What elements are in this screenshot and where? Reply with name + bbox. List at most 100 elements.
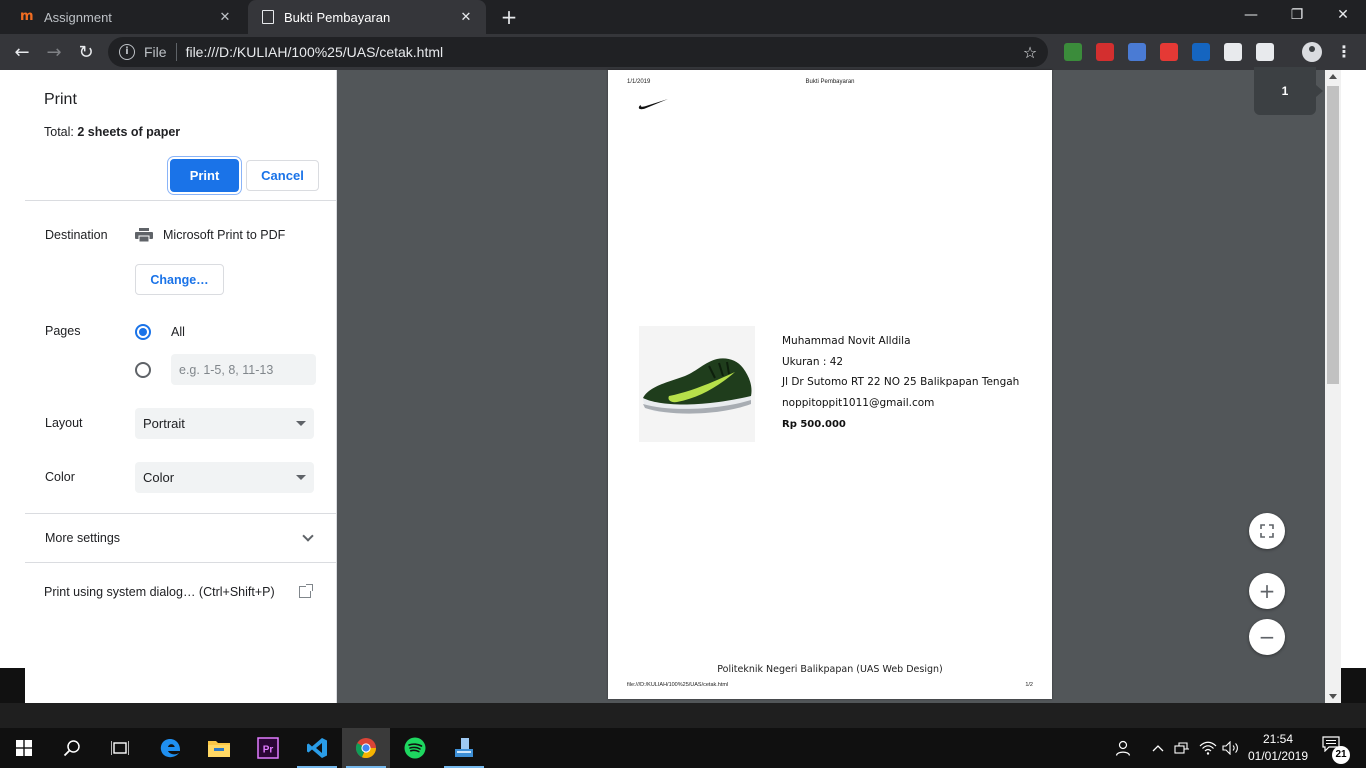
chrome-icon bbox=[355, 738, 377, 759]
color-select[interactable]: Color bbox=[135, 462, 314, 493]
nike-logo-icon bbox=[638, 99, 668, 110]
chrome-taskbar-button[interactable] bbox=[342, 728, 390, 768]
color-picker-extension-icon[interactable] bbox=[1160, 43, 1178, 61]
destination-value: Microsoft Print to PDF bbox=[163, 228, 286, 242]
wifi-icon[interactable] bbox=[1197, 728, 1219, 768]
clock-time: 21:54 bbox=[1262, 732, 1294, 746]
open-external-icon bbox=[299, 584, 313, 598]
extension-6-icon[interactable] bbox=[1224, 43, 1242, 61]
fit-to-page-button[interactable] bbox=[1249, 513, 1285, 549]
search-button[interactable] bbox=[48, 728, 96, 768]
tab-title: Assignment bbox=[44, 9, 112, 25]
page-scroll-strip bbox=[1341, 70, 1366, 668]
tab-bukti-pembayaran[interactable]: Bukti Pembayaran ✕ bbox=[248, 0, 486, 34]
page-indicator: 1 bbox=[1254, 67, 1323, 115]
address-bar[interactable]: i File file:///D:/KULIAH/100%25/UAS/ceta… bbox=[108, 37, 1048, 67]
tab-assignment[interactable]: m Assignment ✕ bbox=[8, 0, 245, 34]
dropdown-caret-icon bbox=[296, 475, 306, 480]
pages-custom-input[interactable] bbox=[171, 354, 316, 385]
task-view-button[interactable] bbox=[96, 728, 144, 768]
site-info-icon[interactable]: i bbox=[119, 44, 135, 60]
pages-custom-radio[interactable] bbox=[135, 362, 151, 378]
layout-select[interactable]: Portrait bbox=[135, 408, 314, 439]
sheet-total: Total: 2 sheets of paper bbox=[44, 125, 180, 139]
color-select-value: Color bbox=[143, 470, 175, 485]
back-button[interactable]: ← bbox=[8, 38, 36, 66]
divider bbox=[25, 562, 336, 563]
page-footer-url: file:///D:/KULIAH/100%25/UAS/cetak.html bbox=[627, 682, 729, 688]
minimize-button[interactable]: — bbox=[1228, 0, 1274, 30]
more-settings-toggle[interactable]: More settings bbox=[25, 514, 336, 562]
zoom-in-button[interactable]: + bbox=[1249, 573, 1285, 609]
premiere-taskbar-button[interactable]: Pr bbox=[244, 728, 292, 768]
print-settings-panel: Print Total: 2 sheets of paper Print Can… bbox=[25, 70, 337, 703]
forward-button[interactable]: → bbox=[40, 38, 68, 66]
scroll-up-arrow-icon[interactable] bbox=[1329, 74, 1337, 79]
app-taskbar-button[interactable] bbox=[440, 728, 488, 768]
file-explorer-taskbar-button[interactable] bbox=[195, 728, 243, 768]
file-explorer-icon bbox=[208, 741, 230, 757]
preview-scrollbar[interactable] bbox=[1325, 70, 1341, 703]
extension-2-icon[interactable] bbox=[1096, 43, 1114, 61]
system-clock[interactable]: 21:54 01/01/2019 bbox=[1240, 731, 1316, 765]
scroll-down-arrow-icon[interactable] bbox=[1329, 694, 1337, 699]
edge-icon bbox=[160, 739, 181, 758]
customer-info: Muhammad Novit Alldila Ukuran : 42 Jl Dr… bbox=[782, 331, 1019, 436]
address-separator bbox=[175, 43, 177, 61]
url-text[interactable]: file:///D:/KULIAH/100%25/UAS/cetak.html bbox=[186, 44, 1018, 60]
pages-all-radio[interactable] bbox=[135, 324, 151, 340]
zoom-out-button[interactable]: − bbox=[1249, 619, 1285, 655]
app-icon bbox=[455, 738, 473, 757]
tab-close-icon[interactable]: ✕ bbox=[217, 9, 233, 25]
search-icon bbox=[63, 740, 80, 757]
layout-select-value: Portrait bbox=[143, 416, 185, 431]
action-center-button[interactable]: 21 bbox=[1322, 736, 1350, 764]
show-hidden-icons-chevron-icon[interactable] bbox=[1148, 728, 1168, 768]
svg-text:Pr: Pr bbox=[263, 745, 274, 756]
customer-name: Muhammad Novit Alldila bbox=[782, 335, 911, 347]
price: Rp 500.000 bbox=[782, 418, 846, 430]
reload-button[interactable]: ↻ bbox=[72, 38, 100, 66]
windows-logo-icon bbox=[16, 740, 32, 756]
shoe-size: Ukuran : 42 bbox=[782, 355, 844, 368]
people-icon[interactable] bbox=[1111, 728, 1135, 768]
page-header-title: Bukti Pembayaran bbox=[805, 79, 855, 85]
ethernet-icon bbox=[1174, 742, 1189, 754]
system-dialog-link[interactable]: Print using system dialog… (Ctrl+Shift+P… bbox=[25, 575, 336, 609]
browser-toolbar: ← → ↻ i File file:///D:/KULIAH/100%25/UA… bbox=[0, 34, 1366, 70]
scrollbar-thumb[interactable] bbox=[1327, 86, 1339, 384]
start-button[interactable] bbox=[0, 728, 48, 768]
spotify-taskbar-button[interactable] bbox=[391, 728, 439, 768]
sheet-total-prefix: Total: bbox=[44, 125, 78, 139]
network-icon[interactable] bbox=[1172, 728, 1192, 768]
edge-taskbar-button[interactable] bbox=[146, 728, 194, 768]
bookmark-star-icon[interactable]: ☆ bbox=[1018, 43, 1042, 62]
new-tab-button[interactable]: + bbox=[498, 6, 520, 28]
vscode-taskbar-button[interactable] bbox=[293, 728, 341, 768]
notification-count-badge: 21 bbox=[1332, 746, 1350, 764]
close-window-button[interactable]: ✕ bbox=[1320, 0, 1366, 30]
cancel-button[interactable]: Cancel bbox=[246, 160, 319, 191]
fit-page-icon bbox=[1260, 524, 1274, 538]
volume-icon[interactable] bbox=[1220, 728, 1242, 768]
page-footer-number: 1/2 bbox=[1025, 682, 1033, 688]
layout-label: Layout bbox=[45, 416, 83, 430]
pages-all-label: All bbox=[171, 325, 185, 339]
preview-page: 1/1/2019 Bukti Pembayaran Muhammad Novit… bbox=[608, 70, 1052, 699]
extension-1-icon[interactable] bbox=[1064, 43, 1082, 61]
chevron-up-icon bbox=[1152, 745, 1164, 752]
chrome-menu-icon[interactable]: ⋮ bbox=[1336, 41, 1352, 63]
destination-label: Destination bbox=[45, 228, 108, 242]
tab-close-icon[interactable]: ✕ bbox=[458, 9, 474, 25]
page-footer-text: Politeknik Negeri Balikpapan (UAS Web De… bbox=[717, 664, 943, 675]
restore-button[interactable]: ❐ bbox=[1274, 0, 1320, 30]
pages-label: Pages bbox=[45, 324, 81, 338]
profile-avatar[interactable] bbox=[1302, 42, 1322, 62]
shield-extension-icon[interactable] bbox=[1256, 43, 1274, 61]
translate-extension-icon[interactable] bbox=[1128, 43, 1146, 61]
download-extension-icon[interactable] bbox=[1192, 43, 1210, 61]
document-icon bbox=[262, 10, 274, 24]
task-view-icon bbox=[111, 741, 129, 755]
change-destination-button[interactable]: Change… bbox=[135, 264, 224, 295]
print-button[interactable]: Print bbox=[170, 159, 239, 192]
